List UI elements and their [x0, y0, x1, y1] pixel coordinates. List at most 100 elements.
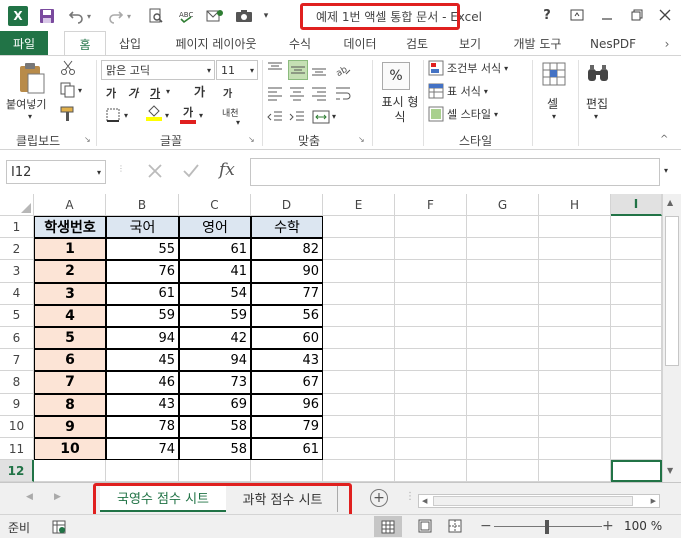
empty-cell[interactable]: [539, 216, 611, 239]
empty-cell[interactable]: [395, 349, 467, 372]
student-id-cell[interactable]: 3: [34, 282, 106, 305]
empty-cell[interactable]: [467, 438, 539, 461]
empty-cell[interactable]: [323, 349, 395, 372]
empty-cell[interactable]: [611, 282, 662, 305]
align-left-icon[interactable]: [266, 84, 284, 102]
tab-view[interactable]: 보기: [450, 31, 490, 56]
orientation-icon[interactable]: ab: [334, 60, 352, 78]
vertical-scroll-thumb[interactable]: [665, 216, 679, 366]
header-cell[interactable]: 수학: [251, 216, 323, 239]
spell-check-icon[interactable]: ABC: [176, 6, 196, 26]
zoom-in-button[interactable]: +: [602, 518, 614, 534]
tab-review[interactable]: 검토: [397, 31, 437, 56]
align-top-icon[interactable]: [266, 60, 284, 78]
score-cell[interactable]: 46: [106, 371, 179, 394]
score-cell[interactable]: 59: [179, 304, 251, 327]
empty-cell[interactable]: [323, 371, 395, 394]
cells-button[interactable]: 셀: [547, 95, 558, 112]
empty-cell[interactable]: [323, 327, 395, 350]
excel-app-icon[interactable]: X: [8, 6, 28, 26]
empty-cell[interactable]: [323, 260, 395, 283]
score-cell[interactable]: 43: [251, 349, 323, 372]
student-id-cell[interactable]: 7: [34, 371, 106, 394]
row-header-1[interactable]: 1: [0, 216, 34, 239]
row-header-5[interactable]: 5: [0, 304, 34, 327]
worksheet-grid[interactable]: A B C D E F G H I 1 학생번호 국어 영어 수학 2 1 55 61 82 3 2 76 41 90 4 3 61…: [0, 194, 662, 483]
align-right-icon[interactable]: [310, 84, 328, 102]
student-id-cell[interactable]: 6: [34, 349, 106, 372]
empty-cell[interactable]: [395, 327, 467, 350]
expand-formula-bar-icon[interactable]: ▾: [664, 166, 668, 175]
column-header-g[interactable]: G: [467, 194, 539, 216]
empty-cell[interactable]: [395, 371, 467, 394]
column-header-a[interactable]: A: [34, 194, 106, 216]
font-color-dropdown-icon[interactable]: ▾: [199, 111, 203, 120]
undo-dropdown-icon[interactable]: ▾: [84, 6, 94, 26]
tab-file[interactable]: 파일: [0, 31, 48, 56]
phonetic-dropdown-icon[interactable]: ▾: [236, 118, 240, 127]
score-cell[interactable]: 78: [106, 415, 179, 438]
empty-cell[interactable]: [467, 393, 539, 416]
empty-cell[interactable]: [611, 327, 662, 350]
empty-cell[interactable]: [611, 371, 662, 394]
paste-button[interactable]: 붙여넣기: [6, 96, 46, 112]
zoom-level[interactable]: 100 %: [624, 519, 662, 533]
page-break-view-icon[interactable]: [448, 519, 462, 533]
horizontal-scrollbar[interactable]: ◀ ▶: [418, 494, 660, 508]
horizontal-scroll-thumb[interactable]: [433, 496, 633, 506]
help-button[interactable]: ?: [534, 4, 560, 26]
score-cell[interactable]: 54: [179, 282, 251, 305]
empty-cell[interactable]: [611, 415, 662, 438]
empty-cell[interactable]: [395, 260, 467, 283]
empty-cell[interactable]: [323, 282, 395, 305]
tab-page-layout[interactable]: 페이지 레이아웃: [160, 31, 272, 56]
column-header-b[interactable]: B: [106, 194, 179, 216]
empty-cell[interactable]: [467, 349, 539, 372]
italic-button[interactable]: 가: [128, 85, 138, 101]
camera-icon[interactable]: [234, 6, 254, 26]
redo-dropdown-icon[interactable]: ▾: [124, 6, 134, 26]
tab-formulas[interactable]: 수식: [280, 31, 320, 56]
empty-cell[interactable]: [323, 415, 395, 438]
empty-cell[interactable]: [611, 260, 662, 283]
empty-cell[interactable]: [539, 282, 611, 305]
clipboard-launcher-icon[interactable]: ↘: [84, 135, 91, 144]
empty-cell[interactable]: [467, 260, 539, 283]
zoom-out-button[interactable]: −: [480, 518, 492, 534]
score-cell[interactable]: 55: [106, 238, 179, 261]
empty-cell[interactable]: [395, 460, 467, 483]
score-cell[interactable]: 58: [179, 438, 251, 461]
ribbon-display-options-icon[interactable]: [564, 4, 590, 26]
cell-styles-button[interactable]: 셀 스타일 ▾: [428, 106, 498, 122]
restore-button[interactable]: [624, 4, 650, 26]
empty-cell[interactable]: [467, 415, 539, 438]
select-all-corner[interactable]: [0, 194, 34, 216]
empty-cell[interactable]: [323, 216, 395, 239]
empty-cell[interactable]: [106, 460, 179, 483]
student-id-cell[interactable]: 8: [34, 393, 106, 416]
empty-cell[interactable]: [467, 216, 539, 239]
fill-color-button[interactable]: [146, 104, 162, 121]
empty-cell[interactable]: [395, 238, 467, 261]
empty-cell[interactable]: [611, 238, 662, 261]
score-cell[interactable]: 69: [179, 393, 251, 416]
score-cell[interactable]: 42: [179, 327, 251, 350]
name-box[interactable]: I12 ▾: [6, 160, 106, 184]
empty-cell[interactable]: [179, 460, 251, 483]
column-header-h[interactable]: H: [539, 194, 611, 216]
underline-button[interactable]: 가: [150, 85, 160, 101]
collapse-ribbon-icon[interactable]: ^: [660, 134, 668, 145]
empty-cell[interactable]: [323, 438, 395, 461]
borders-icon[interactable]: [106, 108, 120, 122]
empty-cell[interactable]: [395, 438, 467, 461]
row-header-10[interactable]: 10: [0, 415, 34, 438]
score-cell[interactable]: 94: [179, 349, 251, 372]
alignment-launcher-icon[interactable]: ↘: [358, 135, 365, 144]
row-header-9[interactable]: 9: [0, 393, 34, 416]
empty-cell[interactable]: [539, 415, 611, 438]
format-as-table-button[interactable]: 표 서식 ▾: [428, 83, 488, 99]
align-center-icon[interactable]: [288, 84, 306, 102]
score-cell[interactable]: 43: [106, 393, 179, 416]
student-id-cell[interactable]: 9: [34, 415, 106, 438]
shrink-font-button[interactable]: 가: [223, 85, 232, 100]
